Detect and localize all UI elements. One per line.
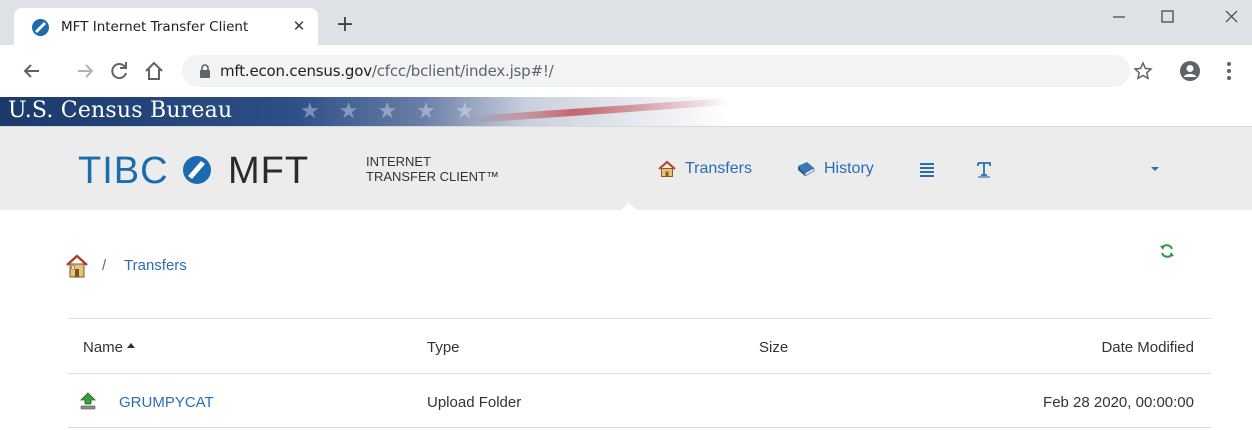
column-name-label: Name <box>83 339 124 356</box>
home-icon[interactable] <box>66 253 88 279</box>
kebab-menu-icon[interactable] <box>1225 60 1233 82</box>
tab-title: MFT Internet Transfer Client <box>61 19 249 35</box>
star-icon[interactable] <box>1133 61 1153 81</box>
logo-tibco-text: TIBC <box>78 150 169 192</box>
column-header-name[interactable]: Name <box>83 339 136 356</box>
nav-history-label: History <box>824 160 874 177</box>
flag-stars-decoration: ★ ★ ★ ★ ★ <box>300 99 481 124</box>
profile-icon[interactable] <box>1179 60 1201 82</box>
census-banner: ★ ★ ★ ★ ★ U.S. Census Bureau <box>0 97 1252 126</box>
book-icon <box>798 162 815 177</box>
breadcrumb-separator: / <box>102 257 107 274</box>
tibco-favicon-icon <box>32 19 49 36</box>
column-header-type[interactable]: Type <box>427 339 460 356</box>
browser-tab[interactable]: MFT Internet Transfer Client ✕ <box>14 8 318 45</box>
back-arrow-icon[interactable] <box>20 59 44 83</box>
row-type: Upload Folder <box>427 394 522 411</box>
browser-toolbar: mft.econ.census.gov/cfcc/bclient/index.j… <box>0 45 1252 97</box>
row-name-link[interactable]: GRUMPYCAT <box>119 394 214 411</box>
caret-down-icon <box>1151 167 1159 171</box>
census-bureau-title[interactable]: U.S. Census Bureau <box>8 98 232 123</box>
window-minimize-button[interactable] <box>1104 4 1134 30</box>
table-header: Name Type Size Date Modified <box>68 318 1211 374</box>
url-text[interactable]: mft.econ.census.gov/cfcc/bclient/index.j… <box>220 62 554 80</box>
url-path: /cfcc/bclient/index.jsp#!/ <box>371 62 554 80</box>
user-menu-dropdown[interactable] <box>1148 157 1162 181</box>
table-row[interactable]: GRUMPYCAT Upload Folder Feb 28 2020, 00:… <box>68 374 1211 428</box>
breadcrumb-transfers-link[interactable]: Transfers <box>124 257 187 274</box>
sort-ascending-icon <box>127 343 136 348</box>
list-icon <box>920 163 934 177</box>
url-host: mft.econ.census.gov <box>220 62 372 80</box>
minimize-icon <box>1113 16 1125 18</box>
active-nav-indicator <box>620 203 638 211</box>
lock-icon <box>200 64 210 78</box>
forward-arrow-icon[interactable] <box>73 59 97 83</box>
maximize-icon <box>1161 10 1174 23</box>
upload-icon <box>80 392 96 410</box>
row-date-modified: Feb 28 2020, 00:00:00 <box>1043 394 1194 411</box>
new-tab-icon[interactable]: + <box>333 14 357 38</box>
text-size-icon <box>977 162 991 178</box>
window-close-icon <box>1225 10 1238 23</box>
address-bar[interactable]: mft.econ.census.gov/cfcc/bclient/index.j… <box>182 55 1130 87</box>
logo-subtitle-line1: INTERNET <box>366 154 431 169</box>
refresh-icon[interactable] <box>1159 243 1175 259</box>
app-header: TIBC MFT INTERNET TRANSFER CLIENT™ Transf… <box>0 126 1252 210</box>
reload-icon[interactable] <box>107 59 131 83</box>
logo-mft-text: MFT <box>228 150 310 192</box>
logo-subtitle: INTERNET TRANSFER CLIENT™ <box>366 154 499 184</box>
tab-strip: MFT Internet Transfer Client ✕ + <box>0 0 1252 45</box>
column-header-date-modified[interactable]: Date Modified <box>1101 339 1194 356</box>
nav-transfers[interactable]: Transfers <box>657 157 752 181</box>
column-header-size[interactable]: Size <box>759 339 788 356</box>
tab-close-icon[interactable]: ✕ <box>290 17 308 35</box>
logo-subtitle-line2: TRANSFER CLIENT™ <box>366 169 499 184</box>
house-icon <box>658 160 676 177</box>
nav-transfers-label: Transfers <box>685 160 752 177</box>
nav-list-view[interactable] <box>917 157 937 181</box>
tibco-logo-mark-icon <box>183 156 211 184</box>
home-icon[interactable] <box>142 59 166 83</box>
nav-history[interactable]: History <box>796 157 874 181</box>
browser-window: MFT Internet Transfer Client ✕ + mft.eco… <box>0 0 1252 430</box>
window-close-button[interactable] <box>1216 4 1246 30</box>
window-maximize-button[interactable] <box>1152 4 1182 30</box>
nav-text-size[interactable] <box>974 157 994 181</box>
